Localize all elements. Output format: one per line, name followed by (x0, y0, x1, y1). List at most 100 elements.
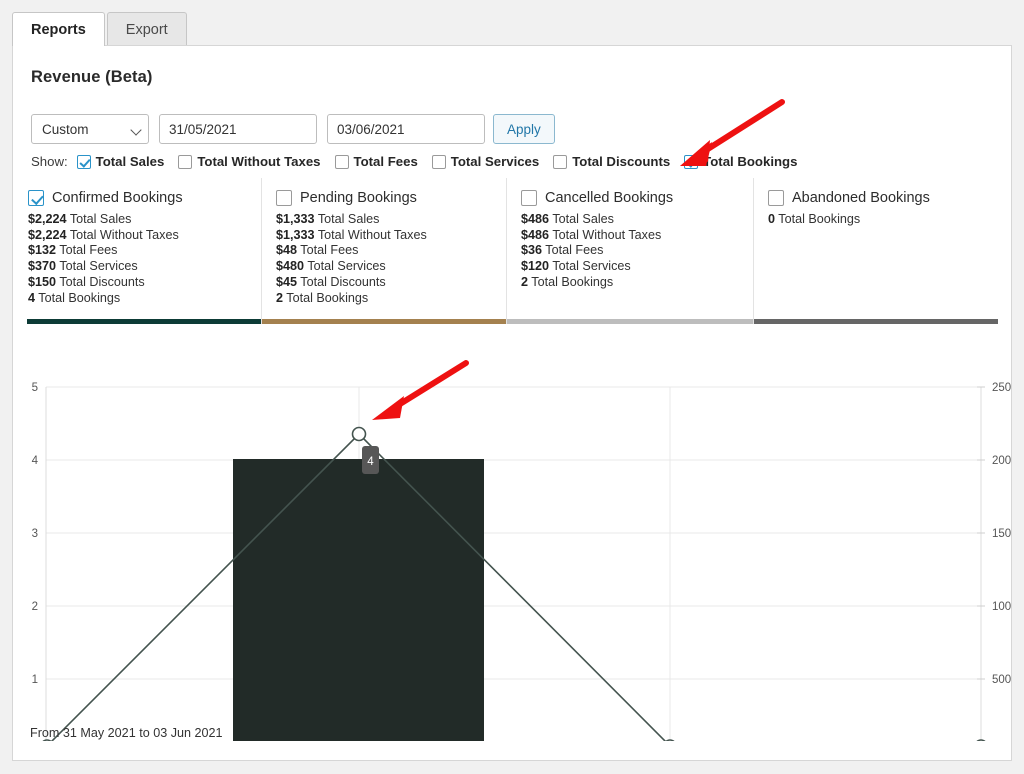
card-metric-label: Total Bookings (286, 290, 369, 305)
card-metric-amount: $486 (521, 212, 550, 226)
card-metric: 4 Total Bookings (28, 291, 261, 306)
checkbox-confirmed-bookings[interactable] (28, 190, 44, 206)
card-header[interactable]: Pending Bookings (276, 190, 506, 206)
apply-button[interactable]: Apply (493, 114, 555, 144)
checkbox-total-without-taxes[interactable] (178, 154, 193, 169)
show-label: Show: (31, 154, 68, 169)
card-metric-label: Total Fees (300, 243, 359, 258)
bar-1-jun[interactable] (233, 459, 484, 741)
card-title: Pending Bookings (300, 190, 417, 206)
checkbox-total-bookings[interactable] (684, 154, 699, 169)
card-metric: $480 Total Services (276, 259, 506, 274)
point-3-jun[interactable] (975, 739, 987, 741)
left-tick-label: 1 (32, 674, 38, 686)
show-option-label: Total Without Taxes (197, 154, 321, 169)
checkbox-cancelled-bookings[interactable] (521, 190, 537, 206)
card-metric-amount: 2 (521, 274, 529, 289)
right-tick-label: 1500 (992, 528, 1011, 540)
card-metric-amount: $370 (28, 259, 57, 274)
card-metric-label: Total Sales (69, 212, 132, 226)
card-title: Confirmed Bookings (52, 190, 183, 206)
card-metric-amount: 0 (768, 212, 776, 226)
point-2-jun[interactable] (664, 739, 676, 741)
card-metric-label: Total Services (59, 259, 138, 274)
checkbox-total-discounts[interactable] (553, 154, 568, 169)
card-metric-amount: $2,224 (28, 227, 67, 242)
card-metric-amount: $1,333 (276, 227, 315, 242)
chart-right-axis: 2500 2000 1500 1000 500 0 (977, 382, 1011, 686)
card-metric-amount: $48 (276, 243, 298, 258)
card-metric: $2,224 Total Without Taxes (28, 228, 261, 243)
chart-axis-lines (45, 387, 982, 741)
checkbox-pending-bookings[interactable] (276, 190, 292, 206)
card-color-bar (507, 319, 753, 324)
card-metric-label: Total Bookings (38, 290, 121, 305)
date-range-select[interactable]: Custom (31, 114, 149, 144)
left-tick-label: 4 (32, 455, 39, 467)
card-metric: 2 Total Bookings (276, 291, 506, 306)
show-option-label: Total Sales (95, 154, 165, 169)
card-metric: 2 Total Bookings (521, 275, 753, 290)
report-page: Reports Export Revenue (Beta) Custom App… (0, 0, 1024, 774)
card-cancelled-bookings: Cancelled Bookings $486 Total Sales $486… (506, 178, 753, 324)
card-metric: $370 Total Services (28, 259, 261, 274)
show-option-label: Total Fees (353, 154, 418, 169)
revenue-chart[interactable]: 5 4 3 2 1 0 2500 2000 1500 (14, 331, 1011, 741)
tab-export[interactable]: Export (106, 12, 187, 46)
chart-range-caption: From 31 May 2021 to 03 Jun 2021 (30, 726, 223, 740)
show-option-total-fees[interactable]: Total Fees (334, 154, 418, 169)
point-31-may[interactable] (41, 739, 53, 741)
card-metric-label: Total Fees (545, 243, 604, 258)
show-option-total-without-taxes[interactable]: Total Without Taxes (178, 154, 321, 169)
card-metric-amount: $150 (28, 274, 57, 289)
card-metric-label: Total Services (552, 259, 631, 274)
card-header[interactable]: Cancelled Bookings (521, 190, 753, 206)
chart-line-series[interactable] (41, 426, 987, 742)
card-metric-label: Total Bookings (531, 274, 614, 289)
date-from-input[interactable] (159, 114, 317, 144)
card-metric: $120 Total Services (521, 259, 753, 274)
show-option-total-services[interactable]: Total Services (431, 154, 539, 169)
card-header[interactable]: Confirmed Bookings (28, 190, 261, 206)
tab-export-label: Export (125, 21, 168, 38)
card-metric: $132 Total Fees (28, 243, 261, 258)
right-tick-label: 1000 (992, 601, 1011, 613)
summary-cards: Confirmed Bookings $2,224 Total Sales $2… (14, 178, 1012, 324)
card-metric-amount: 2 (276, 290, 284, 305)
checkbox-abandoned-bookings[interactable] (768, 190, 784, 206)
checkbox-total-sales[interactable] (76, 154, 91, 169)
card-metric-amount: $132 (28, 243, 57, 258)
show-option-label: Total Bookings (703, 154, 798, 169)
card-metric-amount: 4 (28, 290, 36, 305)
card-confirmed-bookings: Confirmed Bookings $2,224 Total Sales $2… (14, 178, 261, 324)
point-1-jun[interactable] (351, 426, 367, 442)
card-metric-amount: $2,224 (28, 212, 67, 226)
right-tick-label: 500 (992, 674, 1011, 686)
card-metric: $48 Total Fees (276, 243, 506, 258)
tab-reports[interactable]: Reports (12, 12, 105, 46)
card-metric: 0 Total Bookings (768, 212, 1012, 227)
card-pending-bookings: Pending Bookings $1,333 Total Sales $1,3… (261, 178, 506, 324)
card-header[interactable]: Abandoned Bookings (768, 190, 1012, 206)
show-option-total-sales[interactable]: Total Sales (76, 154, 165, 169)
chart-svg[interactable]: 5 4 3 2 1 0 2500 2000 1500 (14, 331, 1011, 741)
card-metric: $486 Total Sales (521, 212, 753, 227)
left-tick-label: 5 (32, 382, 38, 394)
card-metric: $150 Total Discounts (28, 275, 261, 290)
left-tick-label: 2 (32, 601, 38, 613)
chart-gridlines (46, 386, 981, 680)
card-metric: $486 Total Without Taxes (521, 228, 753, 243)
tooltip-value: 4 (367, 456, 374, 468)
card-metric-label: Total Without Taxes (317, 227, 427, 242)
chart-bar-series[interactable] (233, 459, 484, 741)
card-metric-amount: $1,333 (276, 212, 315, 226)
line-total-bookings[interactable] (47, 432, 981, 741)
card-metric-label: Total Fees (59, 243, 118, 258)
date-to-input[interactable] (327, 114, 485, 144)
card-metric: $36 Total Fees (521, 243, 753, 258)
checkbox-total-fees[interactable] (334, 154, 349, 169)
checkbox-total-services[interactable] (431, 154, 446, 169)
show-option-total-discounts[interactable]: Total Discounts (553, 154, 670, 169)
show-option-total-bookings[interactable]: Total Bookings (684, 154, 797, 169)
right-tick-label: 2500 (992, 382, 1011, 394)
